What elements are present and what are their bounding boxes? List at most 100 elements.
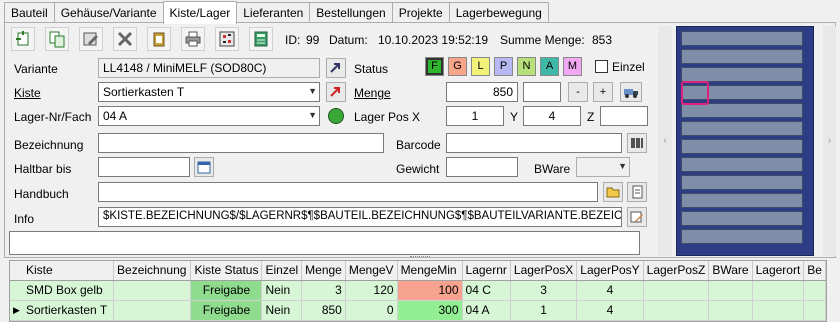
tab-lagerbewegung[interactable]: Lagerbewegung [448,2,549,23]
clipboard-button[interactable] [147,27,171,51]
status-g-letter: G [453,60,462,72]
tab-bestellungen[interactable]: Bestellungen [309,2,393,23]
drawer-row [681,103,803,118]
view-document-button[interactable] [627,182,647,202]
pos-y-field[interactable]: 4 [523,106,581,126]
menge-delta-field[interactable] [523,82,561,102]
goto-kiste-button[interactable] [326,82,346,102]
status-f-button[interactable]: F [425,57,444,76]
einzel-checkbox[interactable] [595,60,608,73]
increment-button[interactable]: + [593,82,613,102]
status-a-button[interactable]: A [540,57,559,76]
handbuch-field[interactable] [98,182,598,202]
sum-value: 853 [592,33,613,47]
cell-lagerort [752,280,805,301]
calculator-button[interactable] [249,27,273,51]
status-a-letter: A [545,60,554,72]
col-einzel[interactable]: Einzel [261,261,303,281]
table-row[interactable]: ▶ Sortierkasten T Freigabe Nein 850 0 300… [10,300,826,321]
col-menge[interactable]: Menge [301,261,346,281]
calendar-button[interactable] [194,157,214,177]
barcode-field[interactable] [446,133,622,153]
tab-lieferanten[interactable]: Lieferanten [236,2,311,23]
cell-kiste-text: Sortierkasten T [26,303,108,317]
tab-bar: Bauteil Gehäuse/Variante Kiste/Lager Lie… [4,1,549,24]
gewicht-field[interactable] [446,157,518,177]
pos-z-field[interactable] [600,106,648,126]
col-lagerposz[interactable]: LagerPosZ [643,261,710,281]
copy-icon [49,31,65,48]
calculator-icon [254,31,268,47]
copy-button[interactable] [45,27,69,51]
col-bezeichnung[interactable]: Bezeichnung [113,261,192,281]
chevron-down-icon: ▼ [618,161,627,171]
pos-x-field[interactable]: 1 [446,106,504,126]
notes-field[interactable] [9,231,640,255]
col-mengemin[interactable]: MengeMin [397,261,463,281]
cell-lagernr: 04 A [462,300,511,321]
barcode-button[interactable] [627,133,647,153]
menge-field[interactable]: 850 [446,82,518,102]
status-m-button[interactable]: M [563,57,582,76]
truck-button[interactable] [620,82,642,102]
col-kiste[interactable]: Kiste [10,261,115,281]
haltbar-field[interactable] [98,157,190,177]
info-field[interactable]: $KISTE.BEZEICHNUNG$/$LAGERNR$¶$BAUTEIL.B… [98,207,622,227]
cell-lagerposx: 3 [510,280,578,301]
id-value: 99 [306,33,320,47]
variante-field[interactable]: LL4148 / MiniMELF (SOD80C) [98,58,320,78]
col-lagerort[interactable]: Lagerort [752,261,805,281]
prev-image-button[interactable]: ‹ [658,26,672,256]
table-row[interactable]: SMD Box gelb Freigabe Nein 3 120 100 04 … [10,280,826,301]
print-button[interactable] [181,27,205,51]
kiste-select[interactable]: Sortierkasten T ▼ [98,82,320,102]
cell-kiste-status: Freigabe [190,280,263,301]
col-lagerposx[interactable]: LagerPosX [510,261,578,281]
bezeichnung-field[interactable] [98,133,384,153]
bware-select[interactable]: ▼ [576,157,630,177]
next-image-button[interactable]: › [823,26,836,256]
status-ok-icon [328,108,344,124]
tab-gehaeuse-variante[interactable]: Gehäuse/Variante [53,2,164,23]
edit-info-button[interactable] [627,207,647,227]
status-g-button[interactable]: G [448,57,467,76]
col-lagerposy[interactable]: LagerPosY [576,261,644,281]
menge-label: Menge [354,86,391,100]
col-mengev[interactable]: MengeV [345,261,398,281]
edit-button[interactable] [79,27,103,51]
drawer-row [681,193,803,208]
truck-icon [624,89,638,98]
open-folder-button[interactable] [603,182,623,202]
col-lagernr[interactable]: Lagernr [462,261,511,281]
cell-einzel: Nein [261,300,303,321]
cell-lagerposz [643,300,710,321]
col-bware[interactable]: BWare [708,261,753,281]
cell-mengemin: 100 [397,280,463,301]
status-n-button[interactable]: N [517,57,536,76]
cell-kiste: SMD Box gelb [10,280,115,301]
delete-button[interactable] [113,27,137,51]
splitter-handle[interactable] [410,256,430,258]
tab-bauteil[interactable]: Bauteil [4,2,55,23]
cell-lagerposy: 4 [576,300,644,321]
arrow-icon [330,63,340,73]
cell-lagerort [752,300,805,321]
tab-projekte[interactable]: Projekte [391,2,450,23]
status-l-button[interactable]: L [471,57,490,76]
barcode-scan-button[interactable] [215,27,239,51]
cell-kiste: ▶ Sortierkasten T [10,300,115,321]
cell-bezeichnung [113,280,192,301]
tab-kiste-lager[interactable]: Kiste/Lager [162,1,238,24]
lagernr-select[interactable]: 04 A ▼ [98,106,320,126]
status-p-button[interactable]: P [494,57,513,76]
storage-cabinet-image[interactable] [676,26,814,256]
barcode-icon [631,138,643,148]
col-be[interactable]: Be [803,261,826,281]
delete-icon [117,31,133,47]
goto-variante-button[interactable] [326,58,346,78]
new-record-button[interactable] [11,27,35,51]
col-kiste-status[interactable]: Kiste Status [190,261,263,281]
handbuch-label: Handbuch [14,187,69,201]
new-icon [16,31,29,46]
decrement-button[interactable]: - [568,82,588,102]
